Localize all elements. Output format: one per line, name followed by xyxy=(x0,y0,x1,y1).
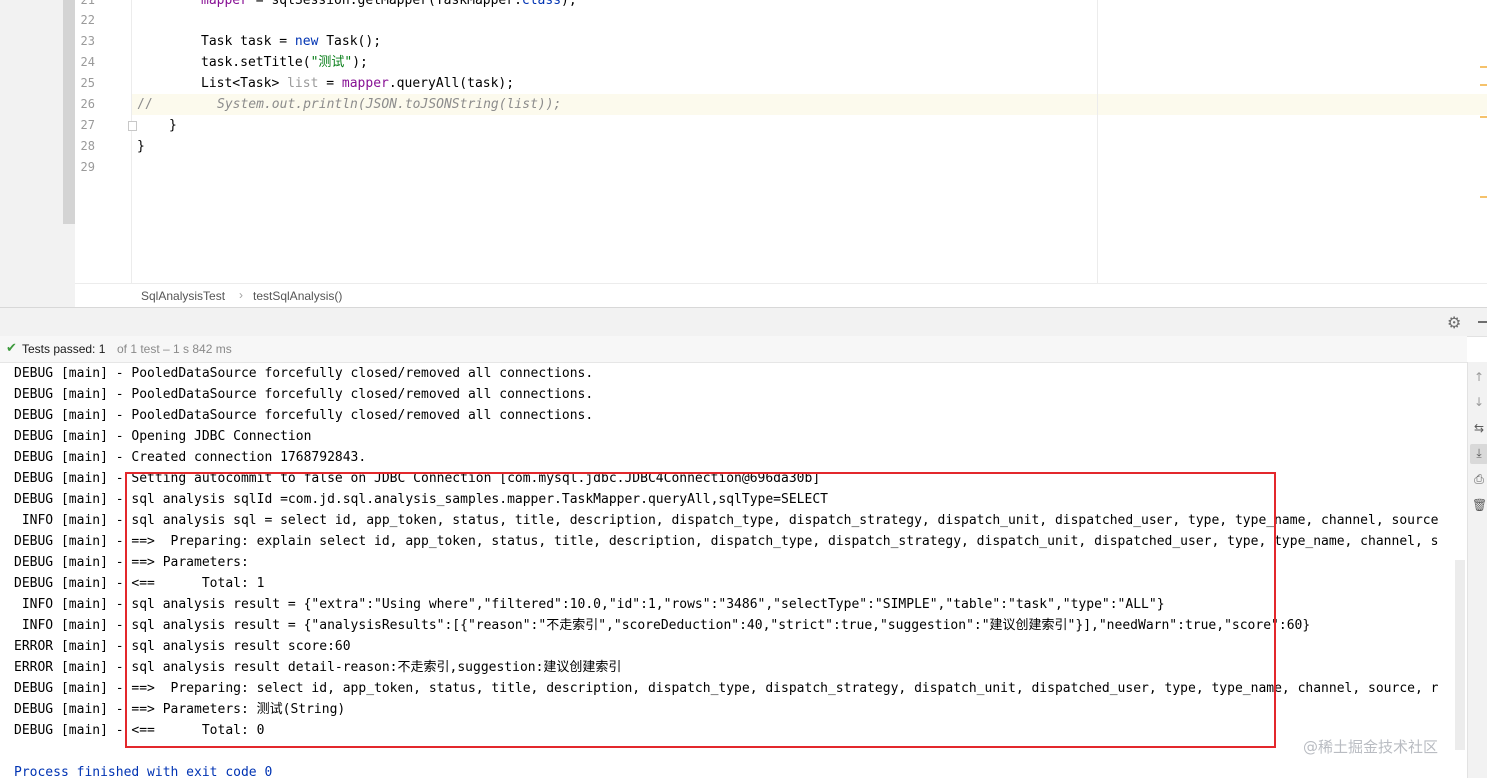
line-number: 23 xyxy=(80,34,95,48)
line-number: 27 xyxy=(80,118,95,132)
console-toolbar: ↑ ↓ ⇆ ⤓ ⎙ 🗑 xyxy=(1467,362,1487,778)
console-line: DEBUG [main] - Setting autocommit to fal… xyxy=(14,471,821,486)
code-line-24[interactable]: task.setTitle("测试"); xyxy=(201,52,368,73)
tests-summary-label: of 1 test – 1 s 842 ms xyxy=(117,342,232,356)
breadcrumb-class[interactable]: SqlAnalysisTest xyxy=(141,289,225,303)
tests-passed-label: Tests passed: 1 xyxy=(22,342,106,356)
console-line: DEBUG [main] - Created connection 176879… xyxy=(14,450,367,465)
warning-stripe-mark[interactable] xyxy=(1480,116,1487,118)
down-arrow-icon[interactable]: ↓ xyxy=(1472,395,1486,409)
trash-icon[interactable]: 🗑 xyxy=(1472,498,1487,512)
watermark: @稀土掘金技术社区 xyxy=(1303,738,1439,756)
console-line: DEBUG [main] - PooledDataSource forceful… xyxy=(14,387,594,402)
console-line: INFO [main] - sql analysis result = {"an… xyxy=(14,618,1311,633)
console-line: DEBUG [main] - ==> Preparing: select id,… xyxy=(14,681,1439,696)
line-number: 22 xyxy=(80,13,95,27)
code-line-23[interactable]: Task task = new Task(); xyxy=(201,31,381,52)
gear-icon[interactable]: ⚙ xyxy=(1447,313,1461,332)
console-line: DEBUG [main] - sql analysis sqlId =com.j… xyxy=(14,492,828,507)
console-line: DEBUG [main] - PooledDataSource forceful… xyxy=(14,408,594,423)
console-line: DEBUG [main] - <== Total: 1 xyxy=(14,576,265,591)
scroll-to-end-icon[interactable]: ⤓ xyxy=(1472,446,1486,461)
console-line: DEBUG [main] - ==> Preparing: explain se… xyxy=(14,534,1439,549)
code-line-26[interactable]: // xyxy=(137,94,153,115)
right-margin-guide xyxy=(1097,0,1098,283)
warning-stripe-mark[interactable] xyxy=(1480,84,1487,86)
console-output[interactable]: DEBUG [main] - PooledDataSource forceful… xyxy=(0,363,1467,778)
commented-code: System.out.println(JSON.toJSONString(lis… xyxy=(217,97,562,112)
console-line: INFO [main] - sql analysis result = {"ex… xyxy=(14,597,1165,612)
console-line: DEBUG [main] - <== Total: 0 xyxy=(14,723,265,738)
line-number: 24 xyxy=(80,55,95,69)
breadcrumb: SqlAnalysisTest › testSqlAnalysis() xyxy=(75,283,1487,308)
console-scrollbar[interactable] xyxy=(1455,560,1465,750)
print-icon[interactable]: ⎙ xyxy=(1472,472,1486,487)
test-status-bar: ✔ Tests passed: 1 of 1 test – 1 s 842 ms xyxy=(0,336,1467,363)
code-line-28[interactable]: } xyxy=(137,136,145,157)
console-line: DEBUG [main] - PooledDataSource forceful… xyxy=(14,366,594,381)
console-line: DEBUG [main] - ==> Parameters: xyxy=(14,555,257,570)
line-number: 28 xyxy=(80,139,95,153)
warning-stripe-mark[interactable] xyxy=(1480,196,1487,198)
console-line: ERROR [main] - sql analysis result score… xyxy=(14,639,351,654)
check-icon: ✔ xyxy=(6,341,17,356)
console-line: DEBUG [main] - ==> Parameters: 测试(String… xyxy=(14,702,346,717)
code-line-21[interactable]: mapper = sqlSession.getMapper(TaskMapper… xyxy=(201,0,577,11)
line-number: 25 xyxy=(80,76,95,90)
strip-scroll-thumb[interactable] xyxy=(63,0,75,224)
process-exit-line: Process finished with exit code 0 xyxy=(14,765,273,778)
soft-wrap-icon[interactable]: ⇆ xyxy=(1472,421,1486,435)
console-line: ERROR [main] - sql analysis result detai… xyxy=(14,660,622,675)
run-tool-header: ⚙ xyxy=(0,307,1487,337)
minimize-icon[interactable] xyxy=(1478,321,1487,323)
fold-marker-icon[interactable] xyxy=(128,121,137,131)
console-line: INFO [main] - sql analysis sql = select … xyxy=(14,513,1439,528)
project-tool-strip xyxy=(0,0,76,307)
code-line-25[interactable]: List<Task> list = mapper.queryAll(task); xyxy=(201,73,514,94)
line-number: 29 xyxy=(80,160,95,174)
code-line-27[interactable]: } xyxy=(169,115,177,136)
warning-stripe-mark[interactable] xyxy=(1480,66,1487,68)
breadcrumb-separator: › xyxy=(239,288,243,302)
breadcrumb-method[interactable]: testSqlAnalysis() xyxy=(253,289,342,303)
up-arrow-icon[interactable]: ↑ xyxy=(1472,370,1486,384)
console-line: DEBUG [main] - Opening JDBC Connection xyxy=(14,429,312,444)
line-number: 26 xyxy=(80,97,95,111)
